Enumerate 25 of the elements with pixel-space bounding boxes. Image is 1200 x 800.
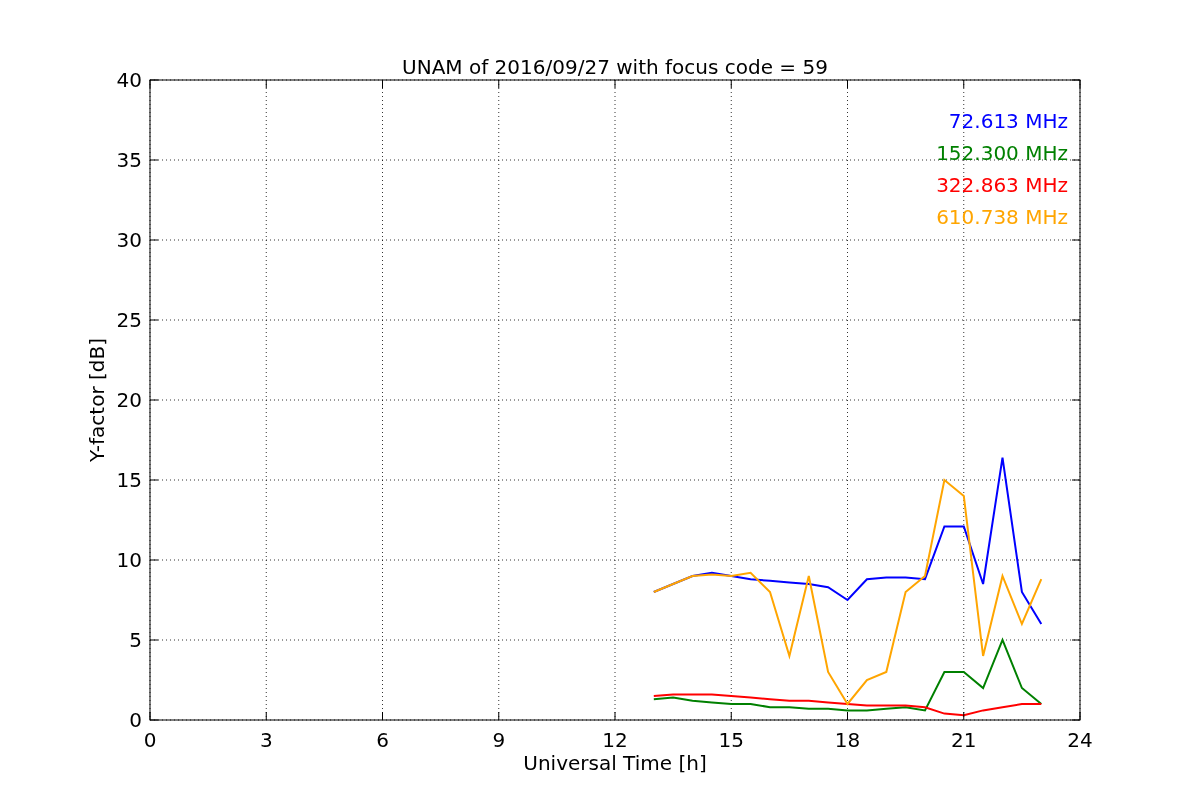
- y-tick-label: 0: [129, 708, 142, 732]
- legend-label: 610.738 MHz: [936, 205, 1068, 229]
- y-tick-label: 15: [116, 468, 142, 492]
- x-tick-label: 24: [1067, 728, 1093, 752]
- y-axis-label: Y-factor [dB]: [85, 338, 109, 462]
- x-tick-label: 3: [259, 728, 273, 752]
- x-tick-label: 18: [834, 728, 861, 752]
- y-tick-label: 5: [129, 628, 142, 652]
- x-tick-label: 21: [951, 728, 977, 752]
- x-tick-label: 15: [718, 728, 744, 752]
- legend-label: 322.863 MHz: [936, 173, 1068, 197]
- y-tick-label: 20: [116, 388, 142, 412]
- y-tick-label: 35: [116, 148, 142, 172]
- y-tick-label: 30: [116, 228, 142, 252]
- x-tick-label: 0: [143, 728, 157, 752]
- x-tick-label: 6: [376, 728, 389, 752]
- chart-title: UNAM of 2016/09/27 with focus code = 59: [402, 55, 828, 79]
- y-tick-label: 10: [116, 548, 142, 572]
- x-tick-label: 9: [492, 728, 506, 752]
- x-axis-label: Universal Time [h]: [523, 751, 707, 775]
- legend-label: 72.613 MHz: [948, 109, 1068, 133]
- y-tick-label: 40: [116, 68, 142, 92]
- y-tick-label: 25: [116, 308, 142, 332]
- x-tick-label: 12: [602, 728, 628, 752]
- legend-label: 152.300 MHz: [936, 141, 1068, 165]
